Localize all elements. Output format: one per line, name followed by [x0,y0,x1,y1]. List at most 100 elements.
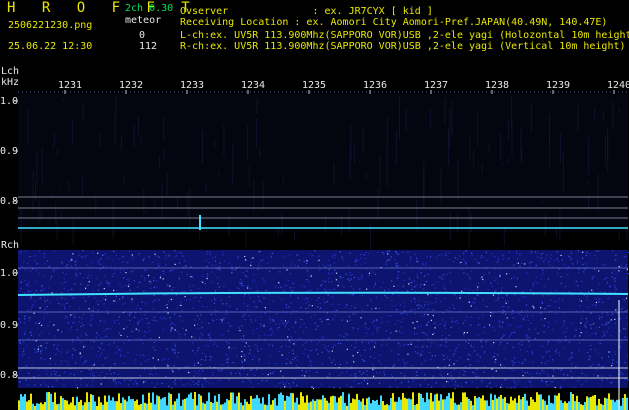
rch-noise-speck [341,372,343,374]
rch-noise-speck [544,308,546,310]
rch-noise-speck [211,300,213,302]
rch-noise-speck [21,355,23,357]
rch-noise-speck [128,283,130,285]
rch-noise-speck [263,297,265,299]
rch-noise-speck [241,281,243,283]
rch-noise-speck [192,284,194,287]
lch-noise-streak [469,135,471,159]
rch-noise-speck [414,327,416,329]
rch-noise-speck [432,314,434,317]
rch-meteor-activity-bar [308,402,310,410]
rch-noise-speck [190,379,192,381]
rch-noise-speck [350,285,352,287]
rch-noise-speck [577,285,579,287]
rch-noise-speck [420,272,422,274]
rch-noise-speck [571,295,573,297]
lch-noise-streak [577,104,579,132]
rch-noise-speck [470,324,472,326]
rch-noise-speck [601,312,603,314]
rch-noise-speck [604,333,606,335]
rch-noise-speck [331,255,333,257]
rch-noise-speck [532,305,534,307]
rch-noise-speck [250,319,252,321]
rch-noise-speck [551,328,553,331]
lch-noise-streak [541,200,543,204]
rch-noise-speck [446,381,448,383]
rch-noise-speck [591,278,593,280]
rch-noise-speck [318,297,320,299]
rch-noise-speck [465,262,467,264]
rch-noise-speck [209,365,211,368]
rch-noise-speck [455,381,457,383]
rch-noise-speck [424,374,426,376]
rch-noise-speck [204,283,206,285]
rch-noise-speck [216,318,218,321]
rch-noise-speck [25,365,27,367]
rch-meteor-activity-bar [398,397,400,410]
rch-noise-speck [410,309,413,311]
rch-noise-speck [342,259,344,261]
rch-noise-speck [81,321,83,324]
rch-noise-speck [321,320,323,323]
rch-noise-speck [590,327,592,329]
rch-noise-speck [338,303,340,306]
rch-noise-speck [267,334,269,336]
rch-noise-speck [36,262,38,265]
rch-noise-speck [522,370,524,372]
rch-noise-speck [362,372,365,374]
lch-noise-streak [112,200,114,240]
rch-noise-speck [110,373,112,375]
rch-noise-speck [463,333,465,335]
rch-meteor-activity-bar [482,395,484,410]
rch-noise-speck [332,319,334,321]
rch-meteor-activity-bar [410,399,412,410]
rch-noise-speck [433,342,435,344]
rch-noise-speck [391,299,393,301]
rch-noise-speck [521,262,523,264]
rch-noise-speck [459,297,461,299]
rch-meteor-activity-bar [438,400,440,410]
rch-noise-speck [274,286,277,288]
rch-noise-speck [103,349,105,351]
lch-noise-streak [602,111,604,122]
rch-meteor-activity-bar [236,396,238,410]
rch-noise-speck [524,296,526,298]
rch-noise-speck [589,324,591,326]
rch-noise-speck [189,299,191,301]
rch-noise-speck [308,304,310,306]
rch-noise-speck [410,300,412,302]
rch-meteor-activity-bar [300,392,302,410]
rch-noise-speck [614,353,617,356]
rch-noise-speck [435,382,437,384]
rch-noise-speck [561,259,563,261]
rch-meteor-activity-bar [238,392,240,410]
rch-noise-speck [448,259,450,261]
rch-meteor-activity-bar [518,395,520,410]
rch-noise-speck [174,379,176,381]
rch-noise-speck [592,363,594,365]
rch-meteor-activity-bar [444,399,446,410]
rch-meteor-activity-bar [246,401,248,410]
rch-noise-speck [174,383,176,385]
rch-noise-speck [99,320,102,322]
rch-meteor-activity-bar [626,397,628,410]
rch-noise-speck [30,270,32,272]
rch-noise-speck [507,324,509,326]
rch-noise-speck [581,383,583,385]
rch-noise-speck [427,321,430,323]
rch-meteor-activity-bar [32,403,34,410]
rch-noise-speck [129,314,131,316]
rch-noise-speck [413,297,415,299]
rch-noise-speck [614,286,616,288]
rch-noise-speck [56,347,58,350]
rch-noise-speck [247,374,249,376]
rch-noise-speck [296,355,298,358]
rch-meteor-activity-bar [460,402,462,410]
rch-noise-speck [119,298,121,300]
rch-noise-speck [571,352,573,354]
rch-noise-speck [441,278,443,280]
rch-meteor-activity-bar [598,398,600,410]
rch-noise-speck [494,290,496,293]
rch-meteor-activity-bar [324,397,326,410]
rch-noise-speck [23,333,25,335]
